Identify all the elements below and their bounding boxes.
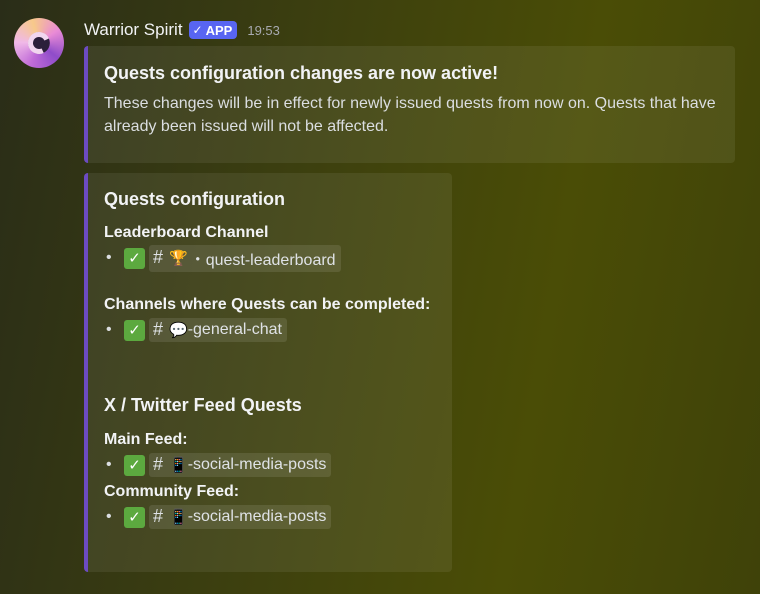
bullet: • bbox=[106, 321, 112, 338]
bot-avatar[interactable] bbox=[14, 18, 64, 68]
hashtag-icon: # bbox=[153, 506, 164, 526]
leaderboard-field-name: Leaderboard Channel bbox=[104, 224, 269, 241]
channel-name: -general-chat bbox=[187, 320, 282, 338]
community-feed-field-name: Community Feed: bbox=[104, 483, 240, 500]
app-badge-label: APP bbox=[205, 22, 233, 38]
list-item: • ✓ # 💬 -general-chat bbox=[104, 316, 436, 344]
embed-quests-configuration: Quests configuration Leaderboard Channel… bbox=[84, 173, 452, 572]
hashtag-icon: # bbox=[153, 454, 164, 474]
mobile-phone-icon: 📱 bbox=[169, 456, 188, 474]
channel-name: ・quest-leaderboard bbox=[189, 251, 336, 269]
embed-title: Quests configuration changes are now act… bbox=[104, 63, 499, 83]
checkmark-icon: ✓ bbox=[124, 319, 145, 341]
channel-name: -social-media-posts bbox=[187, 507, 327, 525]
bullet: • bbox=[106, 249, 112, 266]
embed-description: These changes will be in effect for newl… bbox=[104, 95, 716, 135]
author-name[interactable]: Warrior Spirit bbox=[84, 20, 183, 40]
channel-mention-social-media-posts[interactable]: # 📱 -social-media-posts bbox=[149, 505, 332, 529]
bot-avatar-icon bbox=[24, 28, 54, 58]
checkmark-icon: ✓ bbox=[124, 247, 145, 269]
hashtag-icon: # bbox=[153, 247, 164, 267]
channel-mention-leaderboard[interactable]: # 🏆 ・quest-leaderboard bbox=[149, 244, 341, 272]
mobile-phone-icon: 📱 bbox=[169, 508, 188, 526]
main-feed-field-name: Main Feed: bbox=[104, 431, 188, 448]
trophy-icon: 🏆 bbox=[169, 249, 188, 267]
channel-name: -social-media-posts bbox=[187, 455, 327, 473]
speech-bubble-icon: 💬 bbox=[169, 321, 188, 339]
app-badge: ✓ APP bbox=[188, 21, 238, 39]
hashtag-icon: # bbox=[153, 319, 164, 339]
embed-title: Quests configuration bbox=[104, 189, 286, 209]
checkmark-icon: ✓ bbox=[124, 454, 145, 476]
channel-mention-social-media-posts[interactable]: # 📱 -social-media-posts bbox=[149, 453, 332, 477]
list-item: • ✓ # 📱 -social-media-posts bbox=[104, 451, 436, 479]
checkmark-icon: ✓ bbox=[124, 506, 145, 528]
bullet: • bbox=[106, 456, 112, 473]
list-item: • ✓ # 📱 -social-media-posts bbox=[104, 503, 436, 531]
list-item: • ✓ # 🏆 ・quest-leaderboard bbox=[104, 244, 436, 272]
message-timestamp[interactable]: 19:53 bbox=[247, 23, 280, 38]
embed-config-active: Quests configuration changes are now act… bbox=[84, 46, 735, 163]
checkmark-icon: ✓ bbox=[192, 23, 203, 37]
message-header: Warrior Spirit ✓ APP 19:53 bbox=[84, 17, 280, 43]
x-feed-section-title: X / Twitter Feed Quests bbox=[104, 395, 302, 415]
completion-field-name: Channels where Quests can be completed: bbox=[104, 296, 431, 313]
bullet: • bbox=[106, 508, 112, 525]
channel-mention-general-chat[interactable]: # 💬 -general-chat bbox=[149, 318, 287, 342]
